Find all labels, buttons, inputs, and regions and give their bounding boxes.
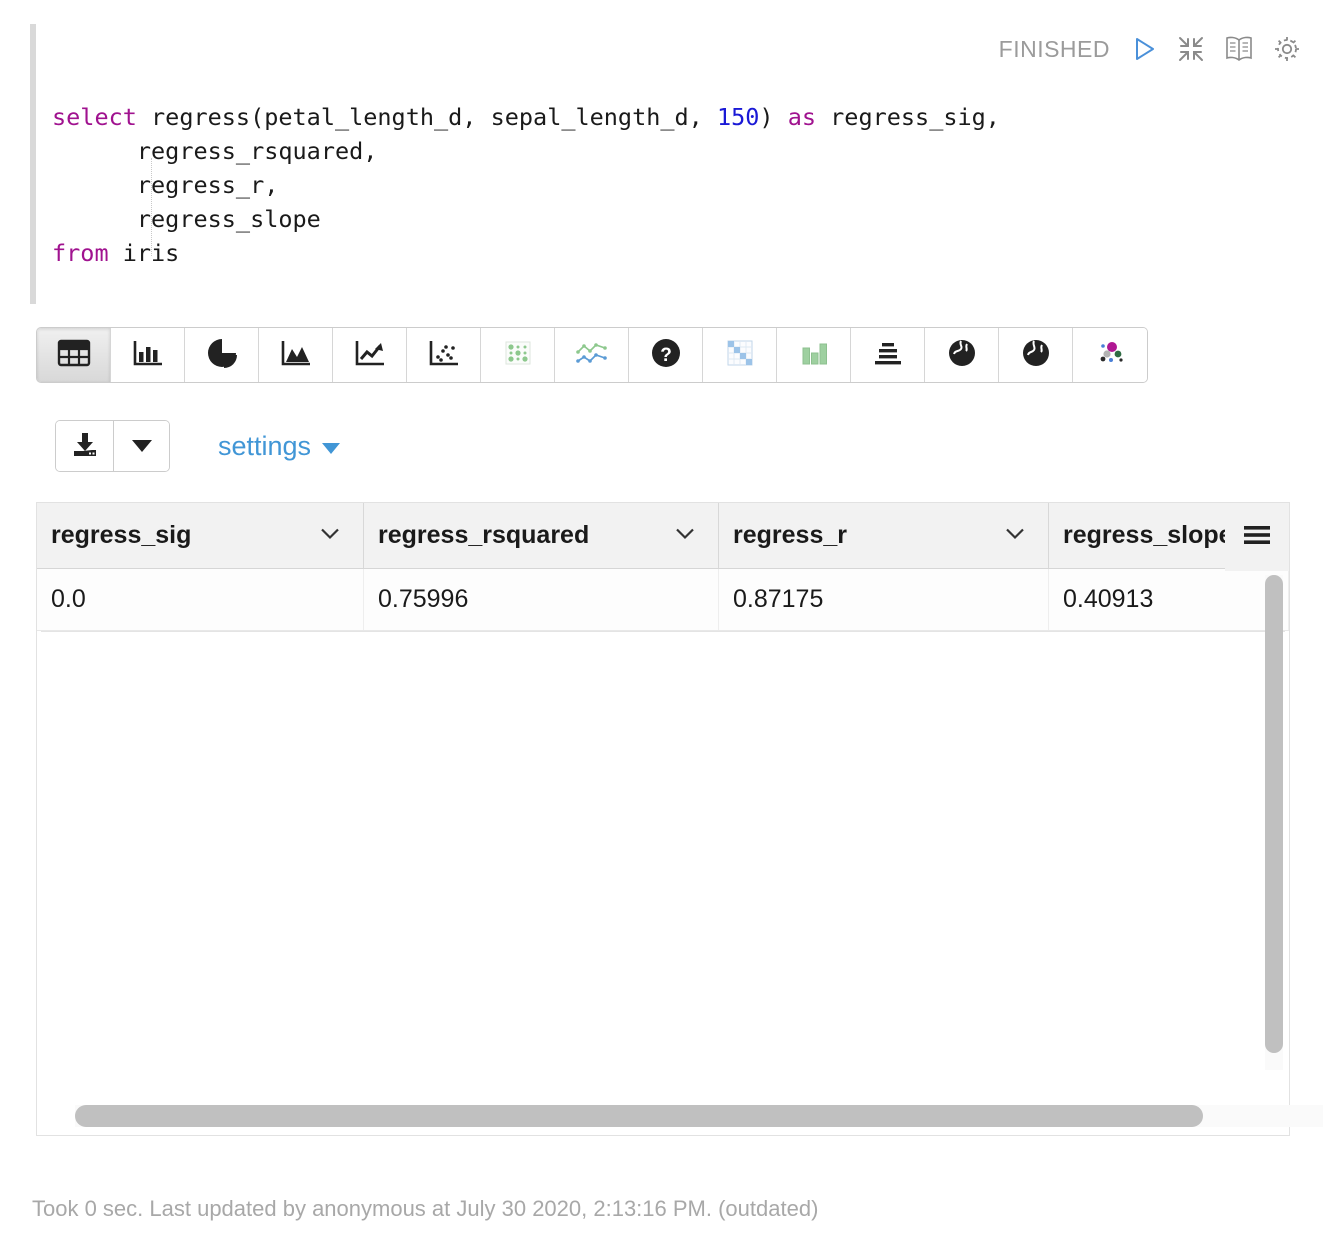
viz-multi-line-button[interactable] (555, 328, 629, 382)
viz-heatmap-button[interactable] (703, 328, 777, 382)
paragraph-footer: Took 0 sec. Last updated by anonymous at… (32, 1196, 818, 1222)
indent-guide (151, 158, 152, 256)
globe-icon (947, 338, 977, 373)
viz-bubble-chart-button[interactable] (1073, 328, 1147, 382)
cell-regress-slope: 0.40913 (1049, 569, 1289, 630)
pie-chart-icon (206, 337, 238, 374)
status-badge: FINISHED (999, 36, 1110, 63)
hamburger-menu-icon (1241, 522, 1273, 553)
heatmap-icon (724, 338, 756, 373)
code-number-150: 150 (717, 103, 759, 131)
book-icon[interactable] (1224, 34, 1254, 64)
cell-regress-sig: 0.0 (37, 569, 364, 630)
grid-empty-body (41, 631, 1285, 1097)
download-group (55, 420, 170, 472)
dot-matrix-icon (502, 338, 534, 373)
globe-alt-icon (1021, 338, 1051, 373)
download-options-button[interactable] (114, 421, 169, 471)
visualization-toolbar: ? (36, 327, 1148, 383)
line-chart-icon (353, 338, 387, 373)
grid-horizontal-scrollbar[interactable] (75, 1105, 1323, 1127)
viz-area-chart-button[interactable] (259, 328, 333, 382)
result-grid: regress_sig regress_rsquared regress_r r… (36, 502, 1290, 1136)
chevron-down-icon[interactable] (674, 526, 696, 545)
scatter-chart-icon (427, 338, 461, 373)
area-chart-icon (279, 338, 313, 373)
table-row[interactable]: 0.0 0.75996 0.87175 0.40913 (37, 569, 1289, 631)
collapse-icon[interactable] (1176, 34, 1206, 64)
viz-globe-2-button[interactable] (999, 328, 1073, 382)
paragraph-status-bar: FINISHED (999, 34, 1302, 64)
vertical-scroll-thumb[interactable] (1265, 575, 1283, 1053)
result-actions: settings (55, 420, 340, 472)
editor-accent-bar (30, 24, 36, 304)
code-text-2: ) (759, 103, 787, 131)
chevron-down-icon (132, 440, 152, 452)
settings-label: settings (218, 431, 311, 462)
gear-icon[interactable] (1272, 34, 1302, 64)
svg-text:?: ? (660, 345, 672, 366)
viz-line-chart-button[interactable] (333, 328, 407, 382)
viz-dot-matrix-button[interactable] (481, 328, 555, 382)
question-mark-icon: ? (650, 337, 682, 374)
grid-vertical-scrollbar[interactable] (1265, 575, 1283, 1070)
table-grid-icon (57, 338, 91, 373)
viz-help-button[interactable]: ? (629, 328, 703, 382)
code-keyword-as: as (788, 103, 816, 131)
code-keyword-select: select (52, 103, 137, 131)
multi-line-chart-icon (574, 339, 610, 372)
viz-table-button[interactable] (37, 328, 111, 382)
download-button[interactable] (56, 421, 114, 471)
chevron-down-icon[interactable] (1004, 526, 1026, 545)
horizontal-scroll-thumb[interactable] (75, 1105, 1203, 1127)
column-chart-icon (798, 338, 830, 373)
viz-pie-chart-button[interactable] (185, 328, 259, 382)
settings-toggle[interactable]: settings (218, 431, 340, 462)
run-paragraph-icon[interactable] (1128, 34, 1158, 64)
viz-column-chart-button[interactable] (777, 328, 851, 382)
grid-menu-button[interactable] (1225, 503, 1289, 571)
grid-header-row: regress_sig regress_rsquared regress_r r… (37, 503, 1289, 569)
column-header-label: regress_rsquared (378, 521, 589, 550)
chevron-down-icon[interactable] (319, 526, 341, 545)
cell-regress-rsquared: 0.75996 (364, 569, 719, 630)
viz-stacked-bars-button[interactable] (851, 328, 925, 382)
stacked-bars-icon (871, 339, 905, 372)
code-keyword-from: from (52, 239, 109, 267)
column-header-regress-sig[interactable]: regress_sig (37, 503, 364, 568)
sql-code[interactable]: select regress(petal_length_d, sepal_len… (52, 100, 1000, 270)
cell-regress-r: 0.87175 (719, 569, 1049, 630)
column-header-label: regress_slope (1063, 521, 1233, 550)
bar-chart-icon (131, 338, 165, 373)
download-icon (70, 429, 100, 464)
code-text-1: regress(petal_length_d, sepal_length_d, (137, 103, 717, 131)
viz-bar-chart-button[interactable] (111, 328, 185, 382)
bubble-chart-icon (1094, 338, 1126, 373)
column-header-regress-r[interactable]: regress_r (719, 503, 1049, 568)
zeppelin-paragraph: FINISHED (0, 0, 1340, 1252)
column-header-label: regress_r (733, 521, 847, 550)
column-header-regress-rsquared[interactable]: regress_rsquared (364, 503, 719, 568)
viz-scatter-chart-button[interactable] (407, 328, 481, 382)
chevron-down-icon (322, 443, 340, 454)
code-text-4: iris (109, 239, 180, 267)
viz-globe-1-button[interactable] (925, 328, 999, 382)
code-editor[interactable]: FINISHED (30, 24, 1310, 304)
column-header-label: regress_sig (51, 521, 191, 550)
